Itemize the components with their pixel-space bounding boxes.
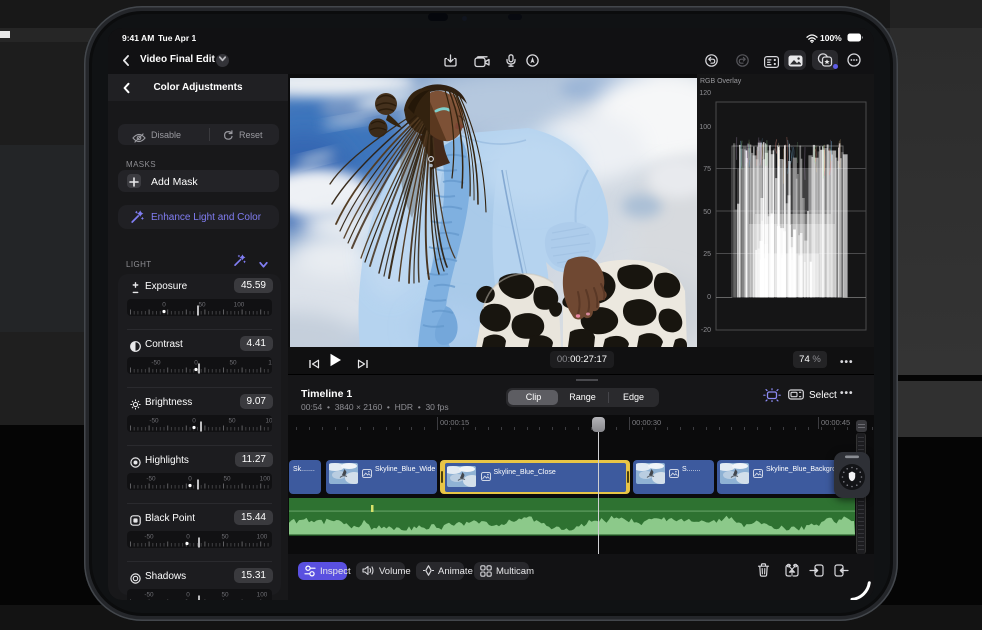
svg-text:-50: -50 [144, 592, 154, 599]
svg-text:50: 50 [228, 418, 236, 425]
svg-text:120: 120 [699, 90, 711, 97]
svg-text:50: 50 [229, 360, 237, 367]
svg-text:50: 50 [221, 534, 229, 541]
svg-text:50: 50 [221, 592, 229, 599]
svg-text:50: 50 [703, 209, 711, 216]
svg-text:0: 0 [188, 476, 192, 483]
svg-text:0: 0 [186, 592, 190, 599]
svg-text:-50: -50 [144, 534, 154, 541]
svg-text:100: 100 [257, 534, 268, 541]
svg-text:10: 10 [265, 418, 272, 425]
svg-text:100: 100 [257, 592, 268, 599]
svg-text:100: 100 [234, 302, 245, 309]
svg-text:1: 1 [268, 360, 272, 367]
svg-text:-50: -50 [146, 476, 156, 483]
svg-text:0: 0 [186, 534, 190, 541]
svg-text:RGB Overlay: RGB Overlay [700, 78, 742, 85]
svg-text:0: 0 [194, 360, 198, 367]
svg-text:0: 0 [707, 294, 711, 301]
svg-text:100: 100 [260, 476, 271, 483]
svg-text:0: 0 [192, 418, 196, 425]
svg-text:100: 100 [699, 124, 711, 131]
svg-text:0: 0 [162, 302, 166, 309]
svg-text:50: 50 [198, 302, 206, 309]
svg-text:75: 75 [703, 166, 711, 173]
svg-text:50: 50 [223, 476, 231, 483]
svg-text:25: 25 [703, 251, 711, 258]
svg-text:-50: -50 [151, 360, 161, 367]
svg-text:-50: -50 [149, 418, 159, 425]
svg-text:-20: -20 [701, 327, 711, 334]
